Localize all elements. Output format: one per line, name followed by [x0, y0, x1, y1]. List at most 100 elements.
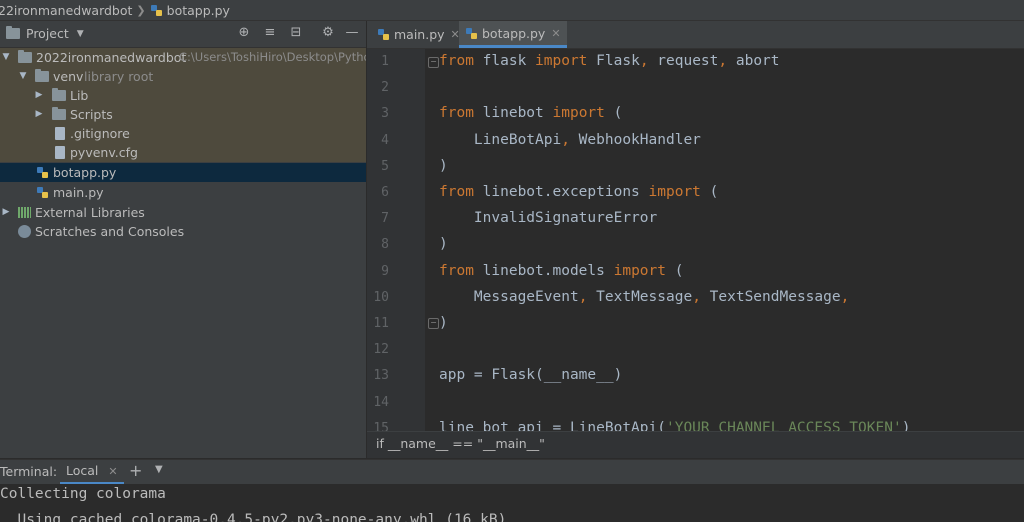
- project-panel-title[interactable]: Project: [26, 26, 69, 41]
- tree-item-lib[interactable]: ▶ Lib: [0, 86, 366, 105]
- code-line: from linebot.exceptions import (: [439, 184, 718, 200]
- chevron-right-icon[interactable]: ▶: [34, 105, 44, 124]
- code-token: linebot.exceptions: [473, 184, 649, 200]
- folder-icon: [18, 50, 32, 63]
- code-token: ): [439, 236, 448, 253]
- line-number-gutter: 1 2 3 4 5 6 7 8 9 10 11 12 13 14 15: [367, 49, 425, 436]
- chevron-down-icon[interactable]: ▼: [1, 48, 11, 67]
- file-icon: [55, 127, 65, 140]
- tree-item-project-root[interactable]: ▼ 2022ironmanedwardbot C:\Users\ToshiHir…: [0, 48, 371, 67]
- tree-item-main[interactable]: main.py: [0, 183, 366, 202]
- code-token: line_bot_api = LineBotApi(: [439, 419, 666, 431]
- code-line: MessageEvent, TextMessage, TextSendMessa…: [439, 289, 849, 305]
- code-keyword: from: [439, 184, 474, 200]
- tree-item-botapp[interactable]: botapp.py: [0, 163, 366, 182]
- tree-item-label: venv: [53, 69, 84, 84]
- tree-item-label: Scratches and Consoles: [35, 224, 185, 239]
- code-string: 'YOUR_CHANNEL_ACCESS_TOKEN': [665, 419, 902, 431]
- line-number: 4: [381, 132, 389, 148]
- code-token: TextSendMessage: [700, 288, 841, 305]
- gear-icon[interactable]: ⚙: [320, 25, 336, 41]
- line-number: 12: [373, 342, 389, 358]
- code-token: request: [648, 53, 719, 69]
- chevron-down-icon[interactable]: ▼: [77, 29, 84, 39]
- code-token: linebot: [473, 105, 553, 122]
- navigation-breadcrumb: 22ironmanedwardbot ❯ botapp.py: [0, 0, 1024, 21]
- line-number: 13: [373, 368, 389, 384]
- tree-item-external-libraries[interactable]: ▶ External Libraries: [0, 203, 366, 222]
- code-keyword: import: [535, 53, 588, 69]
- code-token: flask: [473, 53, 536, 69]
- tab-botapp-py[interactable]: botapp.py ✕: [459, 21, 567, 48]
- python-file-icon: [150, 4, 163, 17]
- terminal-tab-local[interactable]: Local ✕: [60, 460, 124, 484]
- code-line: ): [439, 315, 448, 331]
- folder-icon: [52, 88, 66, 101]
- code-editor[interactable]: from flask import Flask, request, abort f…: [425, 49, 1024, 431]
- code-keyword: from: [439, 105, 474, 122]
- code-line: app = Flask(__name__): [439, 367, 622, 383]
- code-keyword: ,: [639, 53, 649, 69]
- code-token: InvalidSignatureError: [439, 210, 658, 227]
- terminal-output[interactable]: Collecting colorama Using cached coloram…: [0, 484, 1024, 522]
- terminal-line: Collecting colorama: [0, 486, 166, 502]
- line-number: 11: [373, 316, 389, 331]
- line-number: 2: [381, 80, 389, 96]
- code-line: from flask import Flask, request, abort: [439, 53, 780, 69]
- tree-item-label: Scripts: [70, 107, 113, 122]
- code-token: linebot.models: [473, 262, 614, 279]
- tree-item-scripts[interactable]: ▶ Scripts: [0, 105, 366, 124]
- tree-item-venv[interactable]: ▼ venv library root: [0, 67, 366, 86]
- tree-item-label: External Libraries: [35, 205, 145, 220]
- close-icon[interactable]: ✕: [551, 20, 560, 47]
- tree-item-scratches[interactable]: Scratches and Consoles: [0, 222, 366, 241]
- code-keyword: import: [648, 184, 701, 200]
- collapse-all-icon[interactable]: ⊟: [288, 25, 304, 41]
- code-keyword: from: [439, 262, 474, 279]
- code-token: app = Flask(__name__): [439, 367, 623, 384]
- code-line: InvalidSignatureError: [439, 210, 657, 226]
- code-line: from linebot import (: [439, 105, 622, 121]
- terminal-tab-label: Local: [66, 463, 99, 478]
- python-file-icon: [36, 166, 49, 179]
- line-number: 9: [381, 263, 389, 279]
- code-keyword: ,: [692, 288, 701, 305]
- code-token: (: [666, 262, 684, 279]
- tree-item-note: library root: [84, 69, 154, 84]
- library-icon: [18, 207, 31, 218]
- tree-item-label: 2022ironmanedwardbot: [36, 50, 187, 65]
- line-number: 8: [381, 237, 389, 253]
- tree-item-label: botapp.py: [53, 165, 117, 180]
- chevron-right-icon[interactable]: ▶: [1, 203, 11, 222]
- chevron-right-icon[interactable]: ▶: [34, 86, 44, 105]
- expand-all-icon[interactable]: ≡: [262, 25, 278, 41]
- add-terminal-icon[interactable]: +: [129, 461, 142, 480]
- project-tree: ▼ 2022ironmanedwardbot C:\Users\ToshiHir…: [0, 48, 371, 458]
- tree-item-gitignore[interactable]: .gitignore: [0, 124, 366, 143]
- python-file-icon: [377, 28, 390, 41]
- chevron-down-icon[interactable]: ▼: [18, 67, 28, 86]
- minimize-icon[interactable]: —: [344, 25, 360, 41]
- code-token: LineBotApi: [439, 131, 562, 148]
- locate-file-icon[interactable]: ⊕: [236, 25, 252, 41]
- fold-marker-icon[interactable]: −: [428, 318, 439, 329]
- code-keyword: ,: [840, 288, 850, 305]
- tree-item-label: pyvenv.cfg: [70, 145, 138, 160]
- line-number: 1: [381, 54, 389, 69]
- close-icon[interactable]: ✕: [108, 465, 117, 478]
- chevron-down-icon[interactable]: ▼: [155, 464, 163, 475]
- terminal-header: Terminal: Local ✕ + ▼: [0, 459, 1024, 485]
- code-token: ): [439, 315, 448, 331]
- line-number: 6: [381, 185, 389, 200]
- scope-breadcrumb[interactable]: if __name__ == "__main__": [367, 431, 1024, 458]
- code-token: (: [604, 105, 623, 122]
- tab-main-py[interactable]: main.py ✕: [371, 21, 466, 48]
- breadcrumb-project[interactable]: 22ironmanedwardbot: [0, 3, 132, 18]
- fold-marker-icon[interactable]: −: [428, 57, 439, 68]
- code-token: Flask: [587, 53, 640, 69]
- file-icon: [55, 146, 65, 159]
- code-keyword: import: [552, 105, 605, 122]
- folder-icon: [35, 69, 49, 82]
- tree-item-pyvenv[interactable]: pyvenv.cfg: [0, 143, 366, 162]
- breadcrumb-file[interactable]: botapp.py: [167, 3, 230, 18]
